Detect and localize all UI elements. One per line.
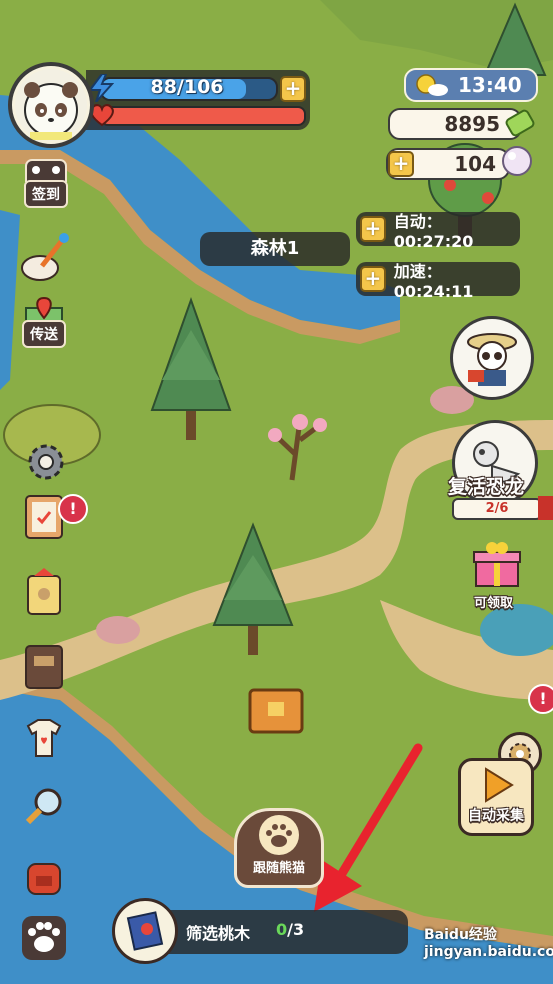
gem-value: 104 — [454, 152, 496, 176]
search-button[interactable] — [18, 780, 70, 832]
quest-done-count: 0 — [276, 920, 288, 939]
revive-dino-progress: 2/6 — [452, 498, 542, 520]
treasure-chest — [248, 688, 304, 734]
quest-scroll-icon — [126, 911, 164, 951]
auto-timer[interactable]: + 自动：00:27:20 — [356, 212, 520, 251]
gift-box-icon — [473, 542, 521, 587]
explorer-panda-icon — [467, 333, 517, 386]
recipe-book-button[interactable] — [18, 640, 70, 692]
candy-icon — [500, 104, 540, 146]
teleport-button[interactable]: 传送 — [18, 296, 70, 348]
panda-calendar-icon — [25, 159, 67, 182]
play-icon — [485, 767, 514, 803]
location-label: 森林1 — [200, 232, 350, 266]
checkin-button[interactable]: 签到 — [20, 156, 72, 208]
sun-cloud-icon — [416, 74, 448, 96]
player-avatar[interactable] — [8, 62, 94, 148]
clock-pill: 13:40 — [404, 68, 538, 102]
backpack-icon — [27, 863, 61, 895]
shirt-icon — [26, 719, 62, 757]
follow-panda-label: 跟随熊猫 — [252, 861, 305, 876]
watermark: Baidu经验 jingyan.baidu.com — [424, 927, 553, 960]
quest-total-count: /3 — [287, 920, 305, 939]
add-gems-button[interactable]: + — [388, 151, 414, 177]
add-auto-button[interactable]: + — [360, 216, 386, 242]
add-energy-button[interactable]: + — [280, 76, 306, 102]
gift-tag-icon — [27, 568, 61, 615]
quest-icon-holder — [112, 898, 178, 964]
auto-collect-label: 自动采集 — [468, 808, 524, 824]
follow-panda-button[interactable]: 跟随熊猫 — [234, 808, 324, 888]
tasks-alert-badge: ! — [58, 494, 88, 524]
pearl-icon — [500, 144, 534, 182]
gift-tag-button[interactable] — [18, 566, 70, 618]
map-pin-icon — [25, 296, 63, 320]
settings-button[interactable] — [20, 436, 72, 488]
auto-timer-text: 自动：00:27:20 — [393, 211, 474, 251]
gift-claim-label: 可领取 — [474, 596, 514, 611]
teleport-label: 传送 — [22, 320, 66, 348]
magnifier-icon — [25, 788, 62, 825]
speed-timer[interactable]: + 加速：00:24:11 — [356, 262, 520, 301]
quest-name: 筛选桃木 — [186, 924, 251, 943]
quest-progress: 0/3 — [276, 920, 304, 939]
paw-icon — [22, 916, 66, 960]
pet-button[interactable] — [18, 912, 70, 964]
hp-bar — [100, 106, 306, 126]
gift-box-button[interactable] — [470, 540, 524, 590]
side-tab[interactable] — [538, 496, 553, 520]
wand-toys-icon — [21, 233, 69, 281]
add-speed-button[interactable]: + — [360, 266, 386, 292]
revive-dino-label: 复活恐龙 — [448, 476, 525, 498]
auto-collect-button[interactable]: 自动采集 — [458, 758, 534, 836]
speed-timer-text: 加速：00:24:11 — [393, 261, 474, 301]
checkin-label: 签到 — [24, 180, 68, 208]
bush — [96, 616, 140, 644]
book-icon — [25, 645, 63, 689]
wardrobe-button[interactable] — [18, 712, 70, 764]
energy-text: 88/106 — [150, 76, 224, 98]
coin-value: 8895 — [444, 112, 500, 136]
gear-icon — [28, 444, 64, 480]
npc-explorer-button[interactable] — [450, 316, 534, 400]
clock-text: 13:40 — [458, 73, 522, 97]
paw-icon — [259, 815, 299, 855]
backpack-button[interactable] — [18, 850, 70, 902]
npc-alert-badge: ! — [528, 684, 553, 714]
wand-toys-button[interactable] — [18, 232, 70, 284]
panda-face-icon — [24, 82, 78, 140]
